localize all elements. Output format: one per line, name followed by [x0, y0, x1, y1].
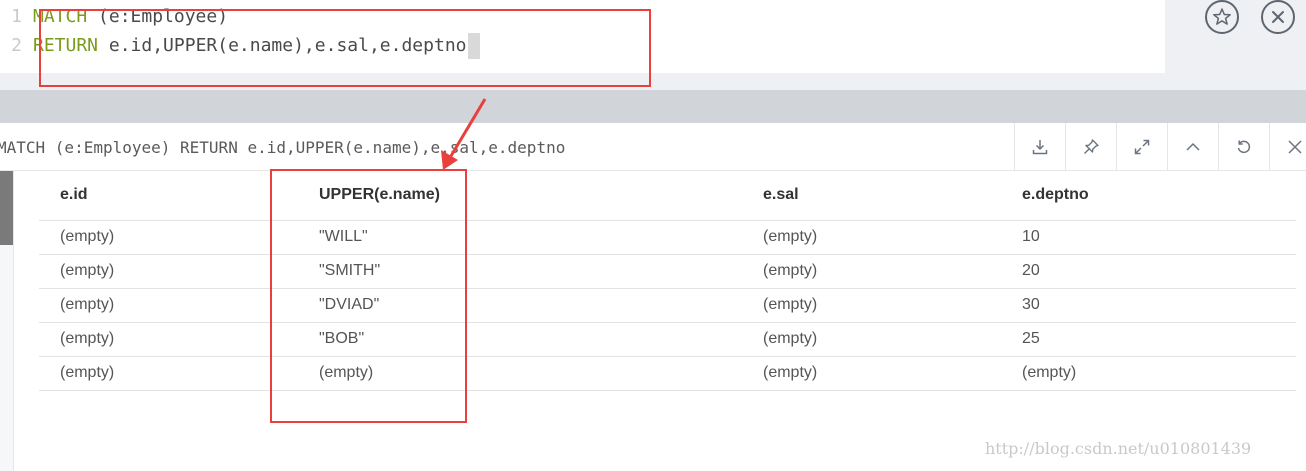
table-cell: 30	[1001, 288, 1296, 323]
table-header-row: e.id UPPER(e.name) e.sal e.deptno	[39, 171, 1296, 221]
favorite-button[interactable]	[1205, 0, 1239, 34]
line-number: 2	[11, 35, 22, 56]
table-cell: (empty)	[742, 288, 1001, 323]
annotation-box-column	[270, 169, 467, 423]
table-cell: (empty)	[39, 254, 298, 289]
frame-header: MATCH (e:Employee) RETURN e.id,UPPER(e.n…	[0, 123, 1306, 171]
line-number: 1	[11, 6, 22, 27]
table-cell: 10	[1001, 220, 1296, 255]
table-row: (empty) "SMITH" (empty) 20	[39, 254, 1296, 289]
table-cell: (empty)	[742, 220, 1001, 255]
collapse-icon	[1186, 142, 1200, 151]
column-header: e.deptno	[1001, 171, 1296, 221]
table-row: (empty) (empty) (empty) (empty)	[39, 356, 1296, 391]
close-icon	[1288, 140, 1302, 154]
editor-actions	[1165, 0, 1306, 40]
clear-editor-button[interactable]	[1261, 0, 1295, 34]
star-icon	[1213, 8, 1231, 25]
results-table: e.id UPPER(e.name) e.sal e.deptno (empty…	[39, 171, 1296, 391]
rerun-button[interactable]	[1218, 123, 1269, 171]
watermark: http://blog.csdn.net/u010801439	[985, 439, 1252, 458]
table-cell: (empty)	[39, 322, 298, 357]
rerun-icon	[1237, 140, 1251, 154]
table-cell: (empty)	[742, 322, 1001, 357]
table-view-tab[interactable]	[0, 171, 13, 245]
table-cell: (empty)	[742, 356, 1001, 391]
view-sidebar	[0, 171, 14, 471]
annotation-box-query	[39, 9, 651, 87]
frame-query-title[interactable]: MATCH (e:Employee) RETURN e.id,UPPER(e.n…	[0, 123, 565, 171]
expand-icon	[1134, 139, 1150, 155]
frame-toolbar	[1014, 123, 1306, 171]
download-icon	[1032, 140, 1048, 155]
table-cell: (empty)	[39, 288, 298, 323]
table-row: (empty) "DVIAD" (empty) 30	[39, 288, 1296, 323]
column-header: e.id	[39, 171, 298, 221]
close-frame-button[interactable]	[1269, 123, 1306, 171]
pin-button[interactable]	[1065, 123, 1116, 171]
table-row: (empty) "BOB" (empty) 25	[39, 322, 1296, 357]
table-cell: 25	[1001, 322, 1296, 357]
table-cell: (empty)	[39, 356, 298, 391]
fullscreen-button[interactable]	[1116, 123, 1167, 171]
column-header: e.sal	[742, 171, 1001, 221]
table-cell: 20	[1001, 254, 1296, 289]
stream-separator	[0, 90, 1306, 123]
download-button[interactable]	[1014, 123, 1065, 171]
table-cell: (empty)	[742, 254, 1001, 289]
close-icon	[1272, 11, 1284, 23]
collapse-button[interactable]	[1167, 123, 1218, 171]
table-cell: (empty)	[39, 220, 298, 255]
table-cell: (empty)	[1001, 356, 1296, 391]
table-row: (empty) "WILL" (empty) 10	[39, 220, 1296, 255]
pin-icon	[1084, 139, 1099, 154]
